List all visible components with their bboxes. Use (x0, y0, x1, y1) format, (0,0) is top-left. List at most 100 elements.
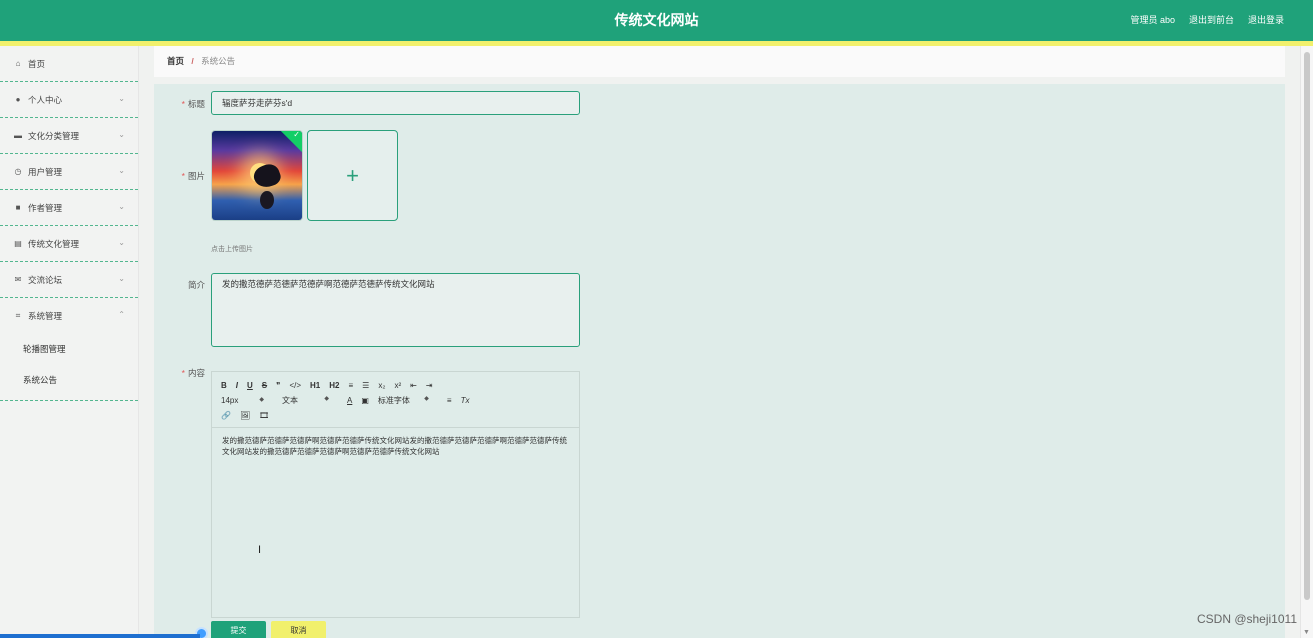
select-caret-icon: ◆ (324, 396, 329, 402)
required-mark: * (181, 171, 185, 181)
printer-icon: ▤ (14, 239, 22, 248)
align-button[interactable]: ≡ (447, 396, 452, 405)
font-color-button[interactable]: A (347, 396, 352, 405)
background-color-button[interactable]: ▣ (361, 396, 369, 405)
font-size-select[interactable]: 14px ◆ (221, 396, 273, 405)
cancel-button[interactable]: 取消 (271, 621, 326, 638)
italic-button[interactable]: I (236, 381, 238, 390)
text-cursor-icon: I (258, 544, 262, 556)
bottom-progress-line (0, 634, 200, 638)
bold-button[interactable]: B (221, 381, 227, 390)
editor-content[interactable]: 发的撒范德萨范德萨范德萨啊范德萨范德萨传统文化网站发的撒范德萨范德萨范德萨啊范德… (212, 428, 579, 464)
user-icon: ● (15, 95, 21, 104)
rich-text-editor[interactable]: B I U S ❞ </> H1 H2 ≡ ☰ x₂ x² ⇤ ⇥ 14px ◆ … (211, 371, 580, 618)
chevron-down-icon: ⌄ (118, 166, 125, 175)
toolbar-row-2: 14px ◆ 文本 ◆ A ▣ 标准字体 ◆ ≡ Tx (221, 393, 570, 408)
sidebar-item-culture-category[interactable]: ▬ 文化分类管理 ⌄ (0, 118, 138, 154)
editor-toolbar: B I U S ❞ </> H1 H2 ≡ ☰ x₂ x² ⇤ ⇥ 14px ◆ … (212, 372, 579, 428)
subscript-button[interactable]: x₂ (378, 381, 385, 390)
top-header: 传统文化网站 管理员 abo 退出到前台 退出登录 (0, 0, 1313, 41)
toolbar-row-1: B I U S ❞ </> H1 H2 ≡ ☰ x₂ x² ⇤ ⇥ (221, 378, 570, 393)
crop-icon: ⌗ (15, 311, 21, 320)
ordered-list-button[interactable]: ≡ (349, 381, 354, 390)
submit-button[interactable]: 提交 (211, 621, 266, 638)
back-to-frontend-link[interactable]: 退出到前台 (1189, 0, 1234, 41)
intro-label: 简介 (187, 280, 205, 290)
video-icon: ■ (15, 203, 21, 212)
breadcrumb-separator: / (191, 56, 194, 66)
upload-tip: 点击上传图片 (211, 246, 253, 253)
chevron-up-icon: ⌃ (118, 310, 125, 319)
sidebar: ⌂ 首页 ● 个人中心 ⌄ ▬ 文化分类管理 ⌄ ◷ 用户管理 ⌄ ■ 作者管理… (0, 46, 139, 638)
briefcase-icon: ▬ (14, 131, 22, 140)
video-button[interactable]: 🎞 (259, 411, 269, 420)
scrollbar-thumb[interactable] (1304, 52, 1310, 600)
plus-icon: + (346, 162, 359, 188)
sidebar-item-label: 交流论坛 (28, 274, 63, 285)
code-button[interactable]: </> (289, 381, 301, 390)
outdent-button[interactable]: ⇤ (410, 381, 417, 390)
sidebar-subitem-announcement[interactable]: 系统公告 (0, 365, 138, 396)
chevron-down-icon: ⌄ (118, 238, 125, 247)
sidebar-item-personal-center[interactable]: ● 个人中心 ⌄ (0, 82, 138, 118)
sidebar-item-label: 系统管理 (28, 311, 63, 321)
h1-button[interactable]: H1 (310, 381, 320, 390)
bullet-list-button[interactable]: ☰ (362, 381, 369, 390)
upload-add-button[interactable]: + (307, 130, 398, 221)
text-type-select[interactable]: 文本 ◆ (282, 395, 338, 406)
header-actions: 管理员 abo 退出到前台 退出登录 (1130, 0, 1284, 41)
sidebar-item-user-management[interactable]: ◷ 用户管理 ⌄ (0, 154, 138, 190)
toolbar-row-3: 🔗 🖼 🎞 (221, 408, 570, 423)
clear-format-button[interactable]: Tx (461, 396, 470, 405)
image-reflection (260, 191, 274, 209)
content-label: * 内容 (181, 368, 205, 378)
strike-button[interactable]: S (262, 381, 267, 390)
system-submenu: 轮播图管理 系统公告 (0, 334, 138, 401)
required-mark: * (181, 368, 185, 378)
mail-icon: ✉ (14, 275, 22, 284)
check-icon: ✓ (293, 130, 300, 139)
site-title: 传统文化网站 (614, 12, 699, 28)
sidebar-item-forum[interactable]: ✉ 交流论坛 ⌄ (0, 262, 138, 298)
scroll-down-icon[interactable]: ▼ (1303, 629, 1310, 636)
breadcrumb-current: 系统公告 (201, 56, 236, 66)
sidebar-item-home[interactable]: ⌂ 首页 (0, 46, 138, 82)
select-caret-icon: ◆ (259, 397, 264, 403)
link-button[interactable]: 🔗 (221, 411, 231, 420)
clock-icon: ◷ (14, 167, 22, 176)
font-family-select[interactable]: 标准字体 ◆ (378, 395, 438, 406)
sidebar-item-label: 首页 (28, 58, 46, 69)
chevron-down-icon: ⌄ (118, 130, 125, 139)
required-mark: * (181, 99, 185, 109)
uploaded-image-thumbnail[interactable]: ✓ (211, 130, 303, 221)
user-label: 管理员 abo (1130, 15, 1175, 25)
sidebar-item-author-management[interactable]: ■ 作者管理 ⌄ (0, 190, 138, 226)
page-scrollbar[interactable]: ▼ (1300, 46, 1313, 638)
chevron-down-icon: ⌄ (118, 94, 125, 103)
title-label: * 标题 (181, 99, 205, 109)
chevron-down-icon: ⌄ (118, 202, 125, 211)
sidebar-subitem-carousel[interactable]: 轮播图管理 (0, 334, 138, 365)
breadcrumb: 首页 / 系统公告 (154, 46, 1285, 77)
watermark: CSDN @sheji1011 (1196, 612, 1297, 626)
sidebar-item-traditional-culture[interactable]: ▤ 传统文化管理 ⌄ (0, 226, 138, 262)
intro-textarea[interactable]: 发的撒范德萨范德萨范德萨啊范德萨范德萨传统文化网站 (211, 273, 580, 347)
home-icon: ⌂ (15, 59, 21, 68)
chevron-down-icon: ⌄ (118, 274, 125, 283)
image-label: * 图片 (181, 171, 205, 181)
breadcrumb-home[interactable]: 首页 (167, 56, 184, 66)
sidebar-item-label: 作者管理 (28, 202, 63, 213)
superscript-button[interactable]: x² (394, 381, 401, 390)
h2-button[interactable]: H2 (329, 381, 339, 390)
indent-button[interactable]: ⇥ (426, 381, 433, 390)
sidebar-item-label: 传统文化管理 (28, 238, 80, 249)
logout-link[interactable]: 退出登录 (1248, 0, 1284, 41)
image-button[interactable]: 🖼 (240, 411, 250, 420)
sidebar-item-label: 个人中心 (28, 94, 63, 105)
select-caret-icon: ◆ (424, 396, 429, 402)
title-input[interactable]: 辐度萨芬走萨芬s'd (211, 91, 580, 115)
sidebar-item-system-management[interactable]: ⌗ 系统管理 ⌃ (0, 298, 138, 334)
underline-button[interactable]: U (247, 381, 253, 390)
sidebar-item-label: 用户管理 (28, 166, 63, 177)
blockquote-button[interactable]: ❞ (276, 381, 280, 390)
